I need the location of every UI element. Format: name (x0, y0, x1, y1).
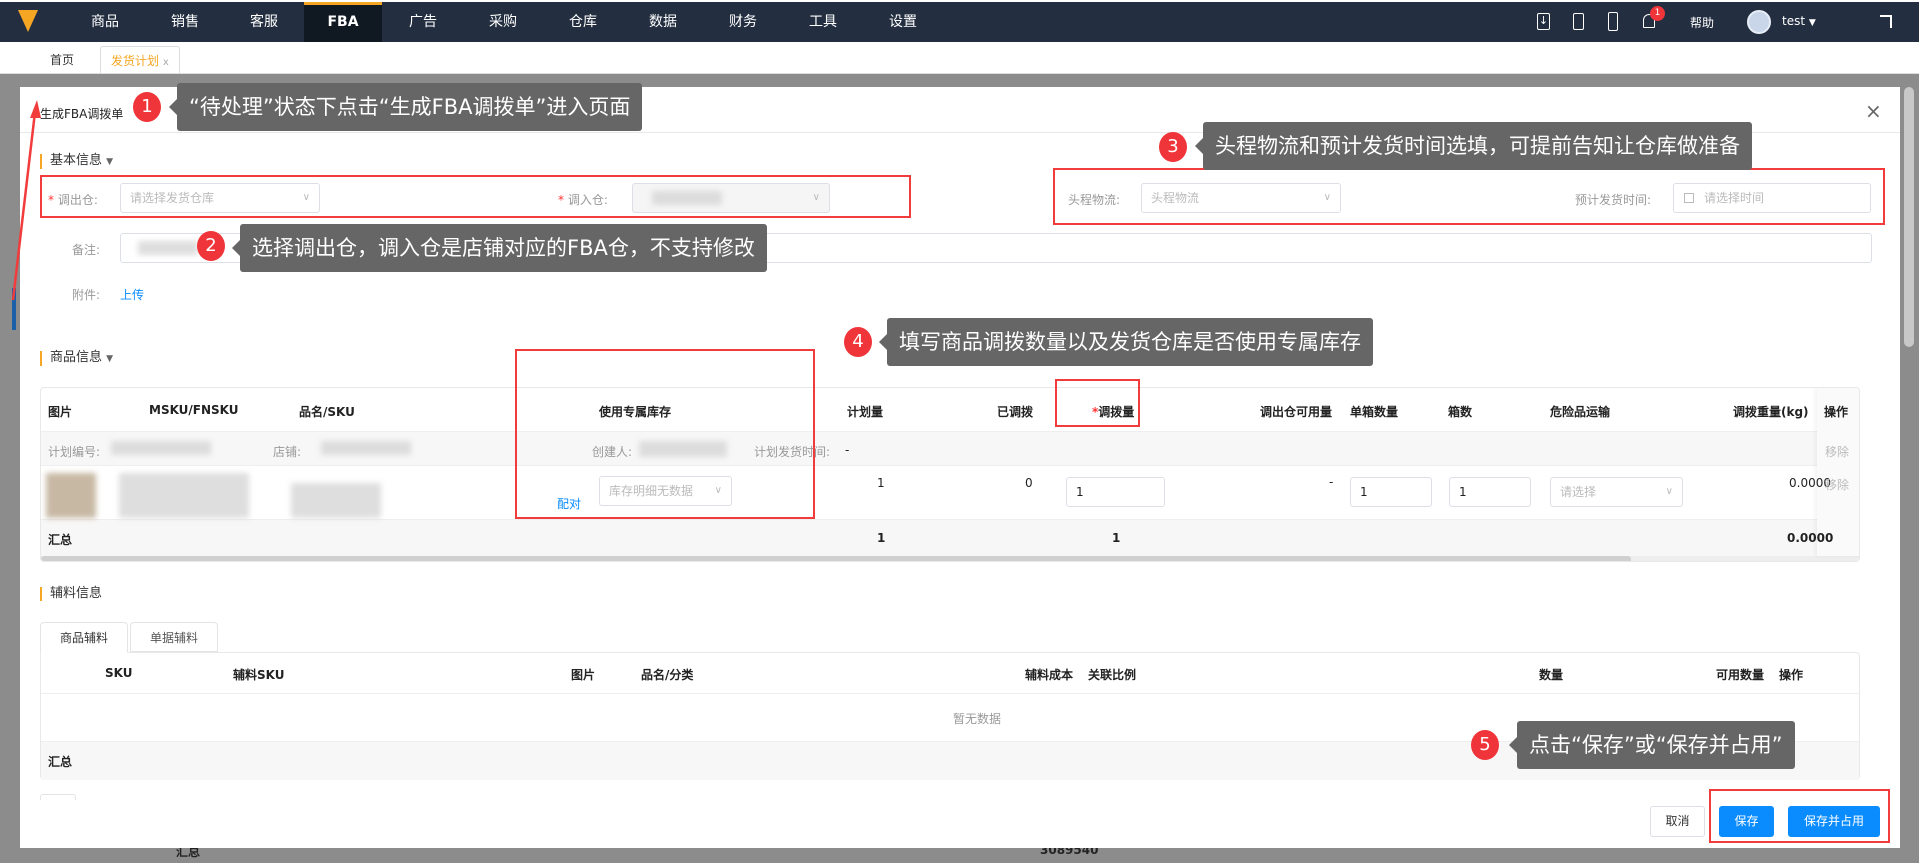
step-badge: 1 (133, 92, 161, 122)
annotation-callout: 头程物流和预计发货时间选填，可提前告知让仓库做准备 (1195, 122, 1752, 170)
step-badge: 3 (1159, 132, 1187, 162)
arrow-head (30, 100, 41, 118)
step-badge: 5 (1471, 730, 1499, 760)
annotation-callout: 填写商品调拨数量以及发货仓库是否使用专属库存 (879, 318, 1373, 366)
highlight-warehouse-row (40, 175, 911, 218)
step-badge: 2 (197, 231, 225, 261)
arrow-line (11, 111, 37, 301)
annotation-callout: 选择调出仓，调入仓是店铺对应的FBA仓，不支持修改 (232, 224, 767, 272)
annotation-callout: 点击“保存”或“保存并占用” (1509, 721, 1795, 769)
highlight-save-buttons (1709, 789, 1890, 843)
highlight-logistics-row (1053, 168, 1885, 225)
tab-goods-aux[interactable]: 商品辅料 (40, 622, 128, 653)
highlight-transfer-qty (1055, 379, 1140, 427)
highlight-exclusive-stock (515, 349, 815, 519)
step-badge: 4 (844, 327, 872, 357)
annotation-callout: “待处理”状态下点击“生成FBA调拨单”进入页面 (168, 83, 643, 131)
